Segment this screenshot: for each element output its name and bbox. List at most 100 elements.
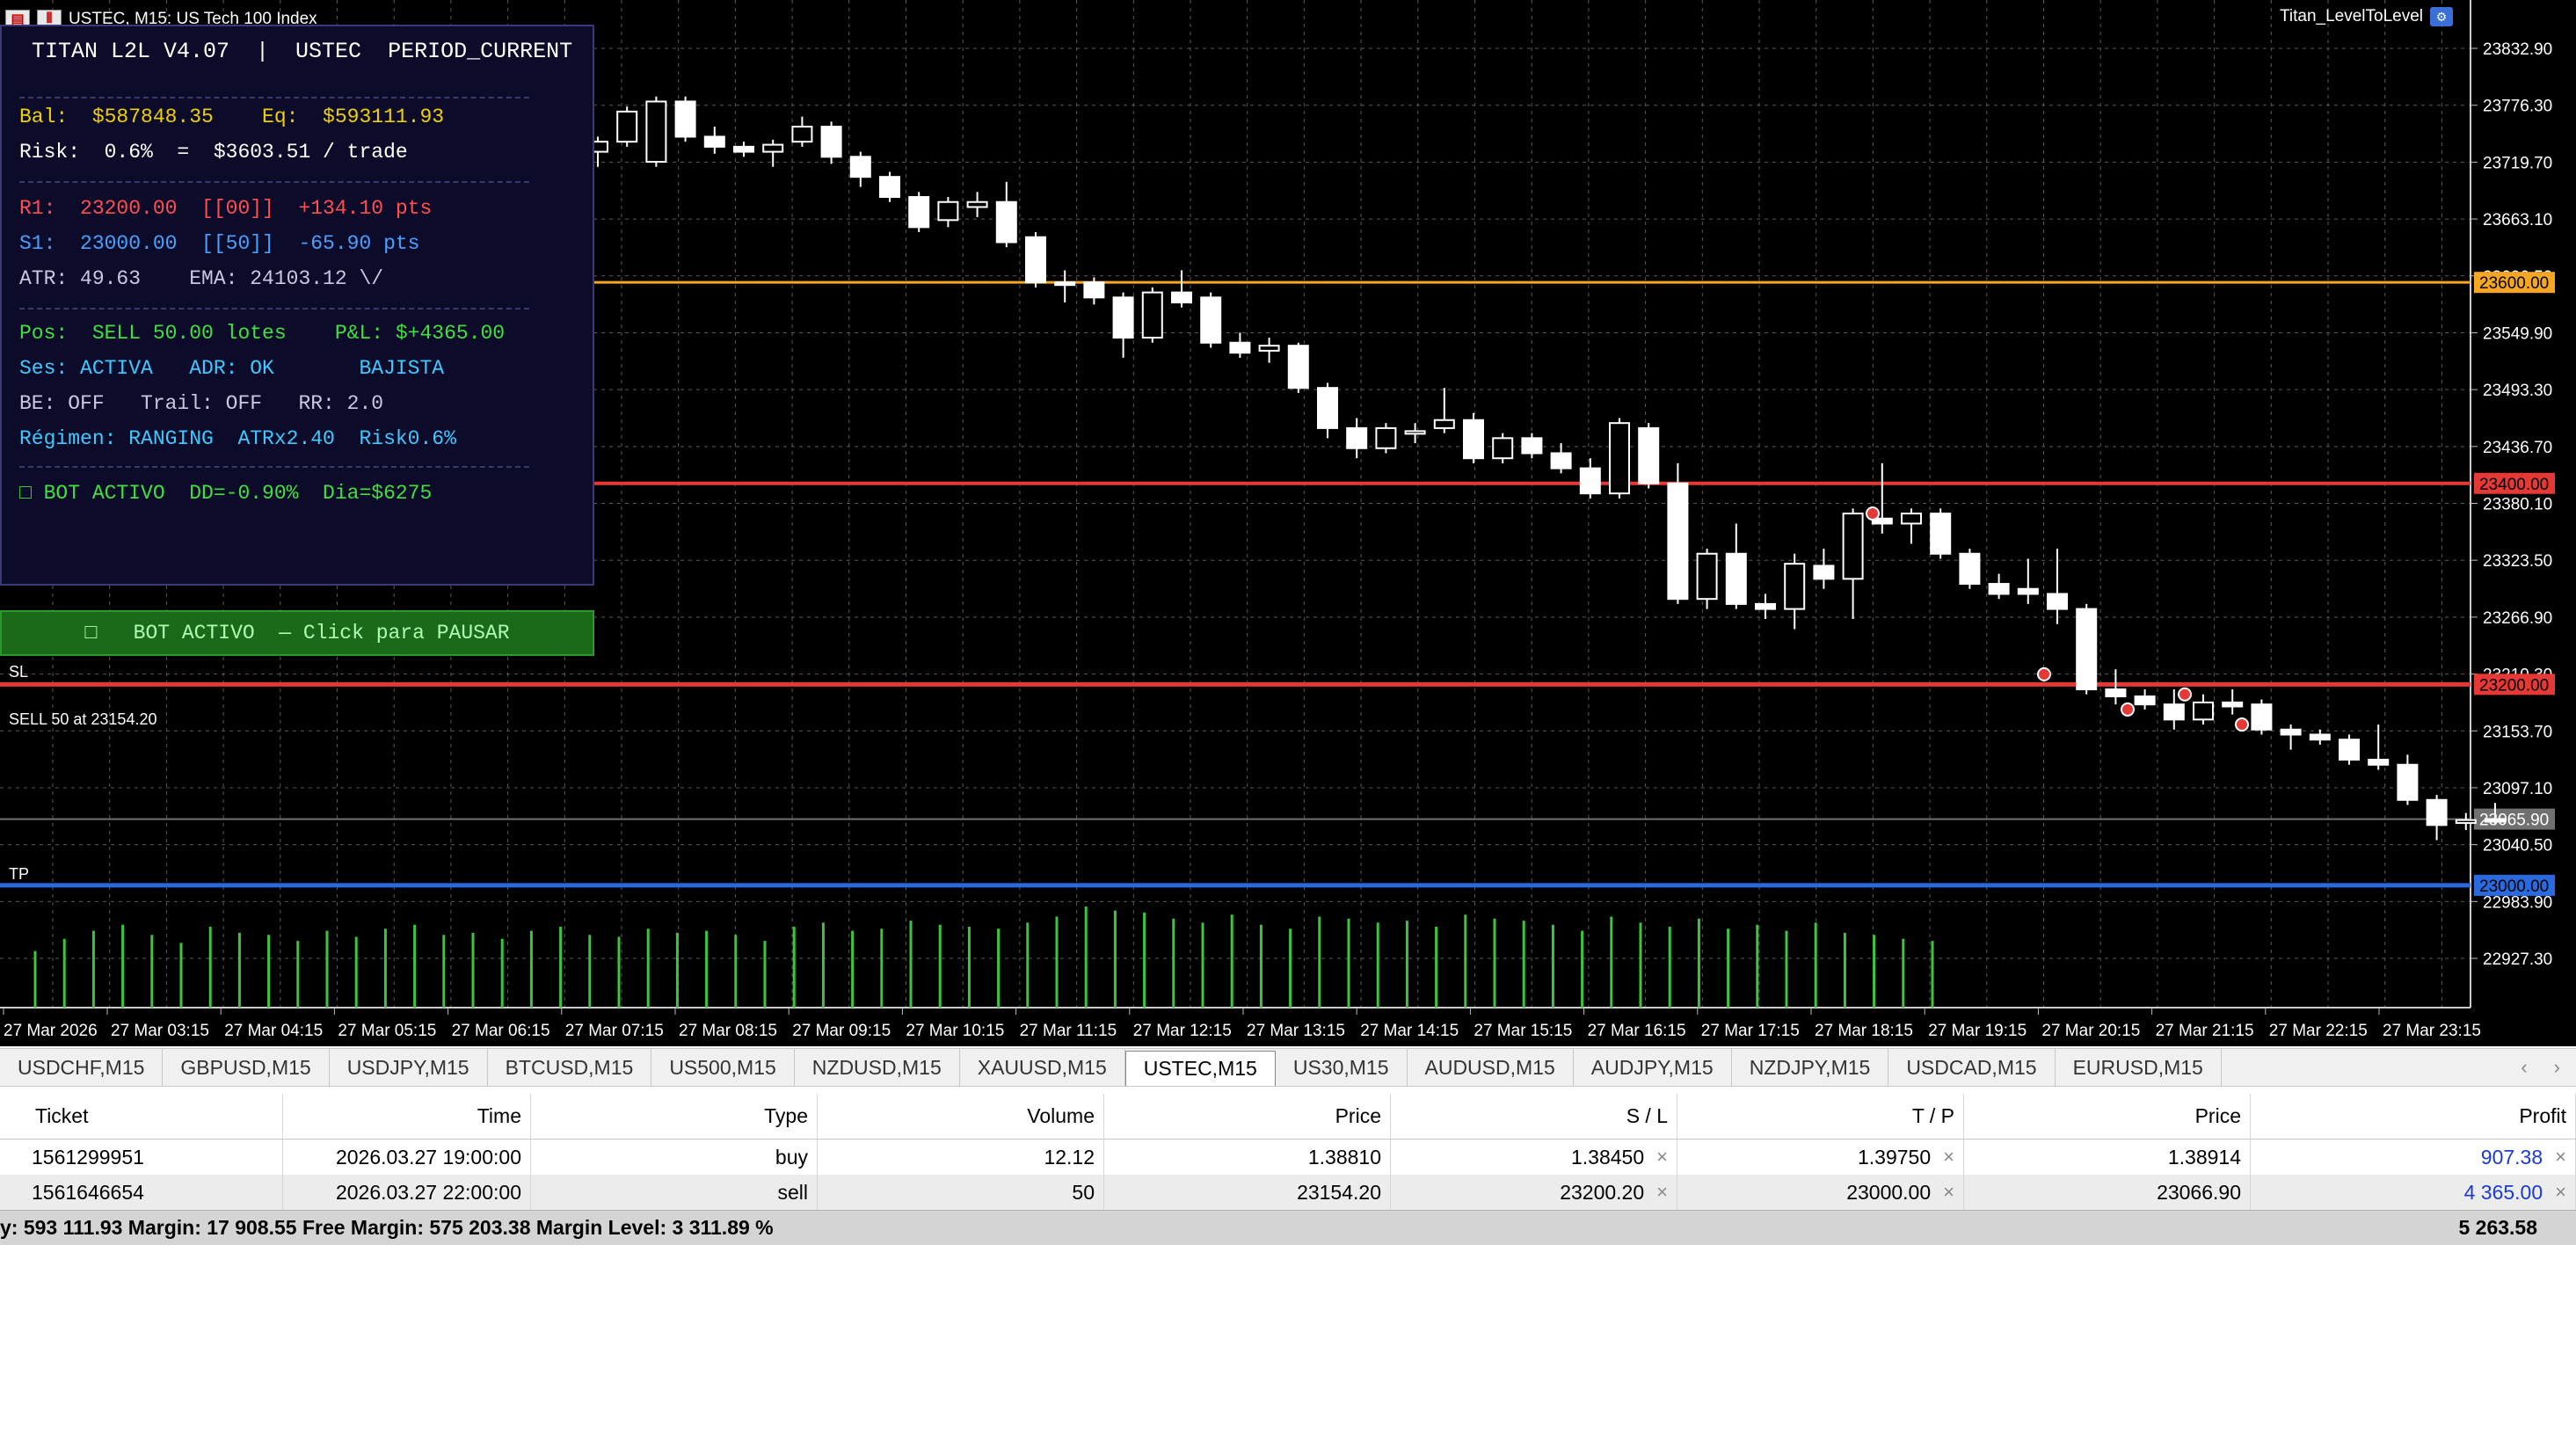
symbol-tab[interactable]: NZDJPY,M15 xyxy=(1732,1049,1889,1086)
candle-bear[interactable] xyxy=(2105,688,2127,698)
candle-bull[interactable] xyxy=(937,200,959,222)
candle-bear[interactable] xyxy=(1988,583,2010,595)
column-header[interactable]: Price xyxy=(1964,1094,2251,1139)
column-header[interactable]: S / L xyxy=(1391,1094,1677,1139)
candle-bear[interactable] xyxy=(1930,513,1952,555)
candle-bull[interactable] xyxy=(762,143,784,153)
column-header[interactable]: Ticket xyxy=(0,1094,283,1139)
symbol-tab[interactable]: USDCHF,M15 xyxy=(0,1049,164,1086)
candle-bear[interactable] xyxy=(1463,419,1484,460)
candle-bear[interactable] xyxy=(2397,763,2419,801)
candle-bull[interactable] xyxy=(2193,701,2214,721)
candle-bear[interactable] xyxy=(1579,467,1601,495)
candle-bull[interactable] xyxy=(2455,819,2477,825)
candle-bear[interactable] xyxy=(2134,695,2156,706)
candle-bear[interactable] xyxy=(2222,701,2244,708)
bot-toggle-button[interactable]: □ BOT ACTIVO — Click para PAUSAR xyxy=(0,610,594,656)
candle-bear[interactable] xyxy=(733,145,754,153)
candle-bear[interactable] xyxy=(1317,387,1338,429)
trade-marker[interactable] xyxy=(2121,702,2135,717)
candle-bull[interactable] xyxy=(1842,513,1864,580)
candle-bear[interactable] xyxy=(1346,426,1368,449)
close-icon[interactable]: × xyxy=(1943,1181,1954,1204)
column-header[interactable]: Price xyxy=(1104,1094,1391,1139)
candle-bear[interactable] xyxy=(2339,739,2360,761)
candle-bear[interactable] xyxy=(2485,818,2506,823)
candle-bear[interactable] xyxy=(1112,296,1134,339)
candle-bear[interactable] xyxy=(1755,602,1776,610)
candle-bear[interactable] xyxy=(908,196,930,229)
candle-bear[interactable] xyxy=(674,100,696,138)
symbol-tab[interactable]: USTEC,M15 xyxy=(1124,1051,1276,1086)
symbol-tab[interactable]: AUDJPY,M15 xyxy=(1574,1049,1732,1086)
candle-bear[interactable] xyxy=(995,200,1017,244)
candle-bear[interactable] xyxy=(1025,236,1046,284)
candle-bear[interactable] xyxy=(1667,482,1689,601)
candle-bear[interactable] xyxy=(849,156,871,178)
candle-bear[interactable] xyxy=(879,176,900,199)
candle-bull[interactable] xyxy=(1696,552,1718,601)
candle-bull[interactable] xyxy=(616,110,638,143)
candle-bear[interactable] xyxy=(1083,281,1105,299)
trade-marker[interactable] xyxy=(2235,717,2249,732)
price-chart[interactable]: 23832.9023776.3023719.7023663.1023606.50… xyxy=(0,0,2576,1046)
close-icon[interactable]: × xyxy=(2555,1181,2566,1204)
candle-bear[interactable] xyxy=(1638,426,1660,484)
table-row[interactable]: 1561646654 2026.03.27 22:00:00 sell 50 23154… xyxy=(0,1175,2576,1210)
symbol-tab[interactable]: AUDUSD,M15 xyxy=(1408,1049,1574,1086)
candle-bull[interactable] xyxy=(1901,513,1922,525)
candle-bear[interactable] xyxy=(2251,703,2273,731)
candle-bear[interactable] xyxy=(1959,552,1981,586)
candle-bull[interactable] xyxy=(1141,291,1163,339)
chevron-left-icon[interactable]: ‹ xyxy=(2521,1056,2527,1079)
symbol-tab[interactable]: USDJPY,M15 xyxy=(330,1049,488,1086)
candle-bull[interactable] xyxy=(966,200,988,208)
symbol-tab[interactable]: BTCUSD,M15 xyxy=(488,1049,652,1086)
candle-bear[interactable] xyxy=(2163,703,2185,721)
symbol-tab[interactable]: NZDUSD,M15 xyxy=(795,1049,960,1086)
candle-bull[interactable] xyxy=(1784,563,1806,610)
candle-bear[interactable] xyxy=(1521,437,1543,455)
indicator-label[interactable]: Titan_LevelToLevel ⚙ xyxy=(2280,7,2453,26)
candle-bear[interactable] xyxy=(2047,593,2068,610)
column-header[interactable]: Volume xyxy=(818,1094,1104,1139)
symbol-tab[interactable]: GBPUSD,M15 xyxy=(163,1049,330,1086)
candle-bull[interactable] xyxy=(1375,426,1397,449)
candle-bull[interactable] xyxy=(1609,422,1630,495)
symbol-tab[interactable]: US500,M15 xyxy=(651,1049,795,1086)
candle-bear[interactable] xyxy=(1229,341,1251,354)
candle-bull[interactable] xyxy=(791,126,813,143)
candle-bear[interactable] xyxy=(820,126,842,158)
candle-bull[interactable] xyxy=(1433,419,1455,429)
candle-bear[interactable] xyxy=(2309,733,2331,741)
candle-bear[interactable] xyxy=(1813,564,1835,580)
close-icon[interactable]: × xyxy=(1656,1146,1668,1169)
candle-bear[interactable] xyxy=(1054,281,1076,287)
candle-bull[interactable] xyxy=(1404,430,1426,435)
candle-bear[interactable] xyxy=(2280,728,2302,736)
column-header[interactable]: Type xyxy=(531,1094,818,1139)
close-icon[interactable]: × xyxy=(2555,1146,2566,1169)
candle-bear[interactable] xyxy=(1725,552,1747,605)
candle-bear[interactable] xyxy=(2076,608,2098,691)
candle-bear[interactable] xyxy=(2426,798,2448,826)
column-header[interactable]: Profit xyxy=(2251,1094,2576,1139)
trade-marker[interactable] xyxy=(2037,666,2051,681)
chevron-right-icon[interactable]: › xyxy=(2554,1056,2560,1079)
candle-bear[interactable] xyxy=(2017,587,2039,595)
symbol-tab[interactable]: EURUSD,M15 xyxy=(2056,1049,2222,1086)
column-header[interactable]: T / P xyxy=(1677,1094,1964,1139)
symbol-tab[interactable]: USDCAD,M15 xyxy=(1888,1049,2056,1086)
column-header[interactable]: Time xyxy=(283,1094,531,1139)
candle-bear[interactable] xyxy=(2368,759,2390,766)
candle-bull[interactable] xyxy=(645,100,667,164)
symbol-tab[interactable]: US30,M15 xyxy=(1276,1049,1408,1086)
candle-bear[interactable] xyxy=(1171,291,1192,304)
indicator-settings-icon[interactable]: ⚙ xyxy=(2430,7,2453,26)
candle-bear[interactable] xyxy=(1550,452,1572,470)
candle-bear[interactable] xyxy=(703,135,725,148)
candle-bear[interactable] xyxy=(1287,345,1309,390)
table-row[interactable]: 1561299951 2026.03.27 19:00:00 buy 12.12 1.3… xyxy=(0,1140,2576,1175)
close-icon[interactable]: × xyxy=(1943,1146,1954,1169)
trade-marker[interactable] xyxy=(1866,506,1880,521)
